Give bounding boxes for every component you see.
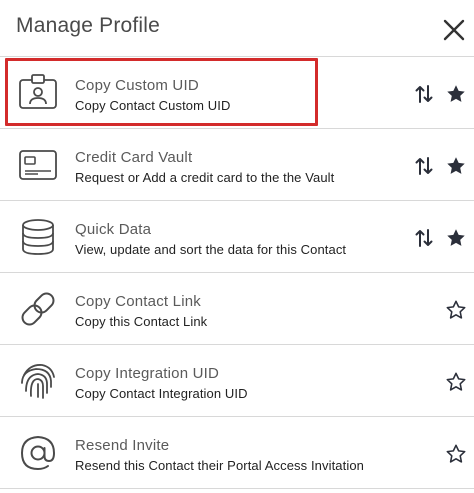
sort-arrows-icon[interactable] bbox=[414, 227, 434, 249]
list-item-credit-card-vault[interactable]: Credit Card Vault Request or Add a credi… bbox=[0, 129, 474, 201]
sort-arrows-icon[interactable] bbox=[414, 83, 434, 105]
item-title: Copy Custom UID bbox=[75, 77, 199, 94]
at-sign-icon bbox=[20, 435, 56, 471]
item-title: Copy Integration UID bbox=[75, 365, 220, 382]
star-outline-icon[interactable] bbox=[445, 443, 467, 465]
list-item-resend-invite[interactable]: Resend Invite Resend this Contact their … bbox=[0, 417, 474, 489]
divider bbox=[0, 488, 474, 489]
list-item-quick-data[interactable]: Quick Data View, update and sort the dat… bbox=[0, 201, 474, 273]
list-item-copy-contact-link[interactable]: Copy Contact Link Copy this Contact Link bbox=[0, 273, 474, 345]
list-item-copy-custom-uid[interactable]: Copy Custom UID Copy Contact Custom UID bbox=[0, 57, 474, 129]
item-subtitle: Copy Contact Integration UID bbox=[75, 386, 248, 401]
header: Manage Profile bbox=[0, 0, 474, 56]
star-outline-icon[interactable] bbox=[445, 299, 467, 321]
item-subtitle: Copy this Contact Link bbox=[75, 314, 208, 329]
item-title: Copy Contact Link bbox=[75, 293, 201, 310]
item-title: Quick Data bbox=[75, 221, 152, 238]
page-title: Manage Profile bbox=[16, 14, 161, 37]
item-subtitle: Copy Contact Custom UID bbox=[75, 98, 231, 113]
star-filled-icon[interactable] bbox=[445, 227, 467, 249]
fingerprint-icon bbox=[21, 364, 55, 399]
item-title: Resend Invite bbox=[75, 437, 170, 454]
star-outline-icon[interactable] bbox=[445, 371, 467, 393]
credit-card-icon bbox=[19, 150, 57, 180]
star-filled-icon[interactable] bbox=[445, 83, 467, 105]
sort-arrows-icon[interactable] bbox=[414, 155, 434, 177]
star-filled-icon[interactable] bbox=[445, 155, 467, 177]
id-badge-icon bbox=[19, 74, 57, 109]
close-icon[interactable] bbox=[440, 16, 468, 44]
item-subtitle: Resend this Contact their Portal Access … bbox=[75, 458, 364, 473]
database-icon bbox=[22, 219, 54, 255]
item-subtitle: Request or Add a credit card to the the … bbox=[75, 170, 335, 185]
link-icon bbox=[21, 292, 55, 326]
list-item-copy-integration-uid[interactable]: Copy Integration UID Copy Contact Integr… bbox=[0, 345, 474, 417]
item-subtitle: View, update and sort the data for this … bbox=[75, 242, 347, 257]
item-title: Credit Card Vault bbox=[75, 149, 193, 166]
